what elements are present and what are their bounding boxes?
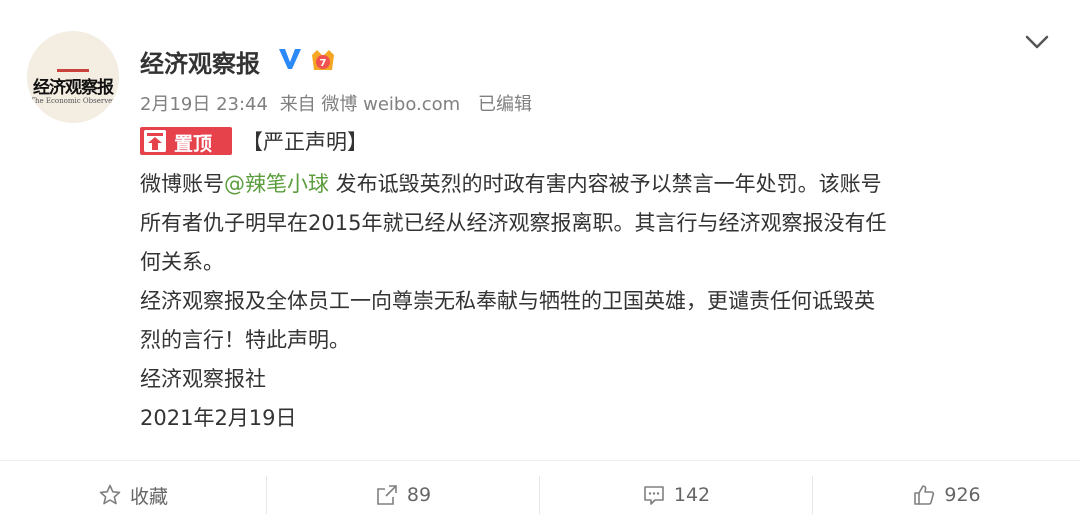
repost-icon — [377, 485, 397, 505]
body-line-1-post: 发布诋毁英烈的时政有害内容被予以禁言一年处罚。该账号 — [329, 172, 882, 196]
post-meta: 2月19日 23:44 来自 微博 weibo.com 已编辑 — [140, 90, 538, 116]
comment-icon — [644, 486, 664, 505]
body-line-4: 经济观察报及全体员工一向尊崇无私奉献与牺牲的卫国英雄，更谴责任何诋毁英 — [140, 289, 875, 313]
pinned-tag: 置顶 — [140, 127, 232, 155]
verified-v-icon — [279, 49, 301, 69]
svg-text:7: 7 — [320, 58, 327, 69]
body-line-6: 经济观察报社 — [140, 367, 266, 391]
favorite-label: 收藏 — [129, 485, 168, 508]
comment-count: 142 — [673, 484, 711, 506]
body-line-2: 所有者仇子明早在2015年就已经从经济观察报离职。其言行与经济观察报没有任 — [140, 211, 887, 235]
pin-icon — [144, 130, 166, 152]
repost-count: 89 — [406, 484, 432, 506]
favorite-button[interactable]: 收藏 — [0, 472, 266, 518]
edited-label[interactable]: 已编辑 — [478, 94, 532, 115]
avatar[interactable]: 经济观察报 The Economic Observer — [27, 31, 119, 123]
repost-button[interactable]: 89 — [267, 472, 539, 518]
mention-link[interactable]: @辣笔小球 — [224, 172, 329, 196]
pinned-label: 置顶 — [174, 133, 213, 155]
thumbs-up-icon — [914, 485, 935, 505]
weibo-post: 经济观察报 The Economic Observer 经济观察报 7 2月19… — [0, 0, 1080, 527]
avatar-red-strip — [57, 69, 89, 72]
footer-divider — [0, 460, 1080, 461]
comment-button[interactable]: 142 — [540, 472, 812, 518]
body-line-1-pre: 微博账号 — [140, 172, 224, 196]
post-body: 微博账号@辣笔小球 发布诋毁英烈的时政有害内容被予以禁言一年处罚。该账号 所有者… — [140, 165, 1050, 438]
member-crown-icon: 7 — [312, 50, 334, 70]
post-source: 来自 微博 weibo.com — [279, 94, 461, 115]
star-icon — [99, 484, 121, 505]
post-title: 【严正声明】 — [242, 130, 368, 154]
avatar-logo-cn: 经济观察报 — [33, 78, 114, 98]
avatar-logo-en: The Economic Observer — [30, 97, 116, 105]
like-count: 926 — [944, 484, 981, 506]
author-name[interactable]: 经济观察报 — [140, 44, 260, 79]
chevron-down-icon[interactable] — [1024, 32, 1050, 52]
body-line-1: 微博账号@辣笔小球 发布诋毁英烈的时政有害内容被予以禁言一年处罚。该账号 — [140, 165, 1050, 204]
post-time[interactable]: 2月19日 23:44 — [140, 94, 268, 115]
body-line-5: 烈的言行！特此声明。 — [140, 328, 350, 352]
like-button[interactable]: 926 — [813, 472, 1080, 518]
body-line-3: 何关系。 — [140, 250, 224, 274]
body-line-7: 2021年2月19日 — [140, 406, 297, 430]
